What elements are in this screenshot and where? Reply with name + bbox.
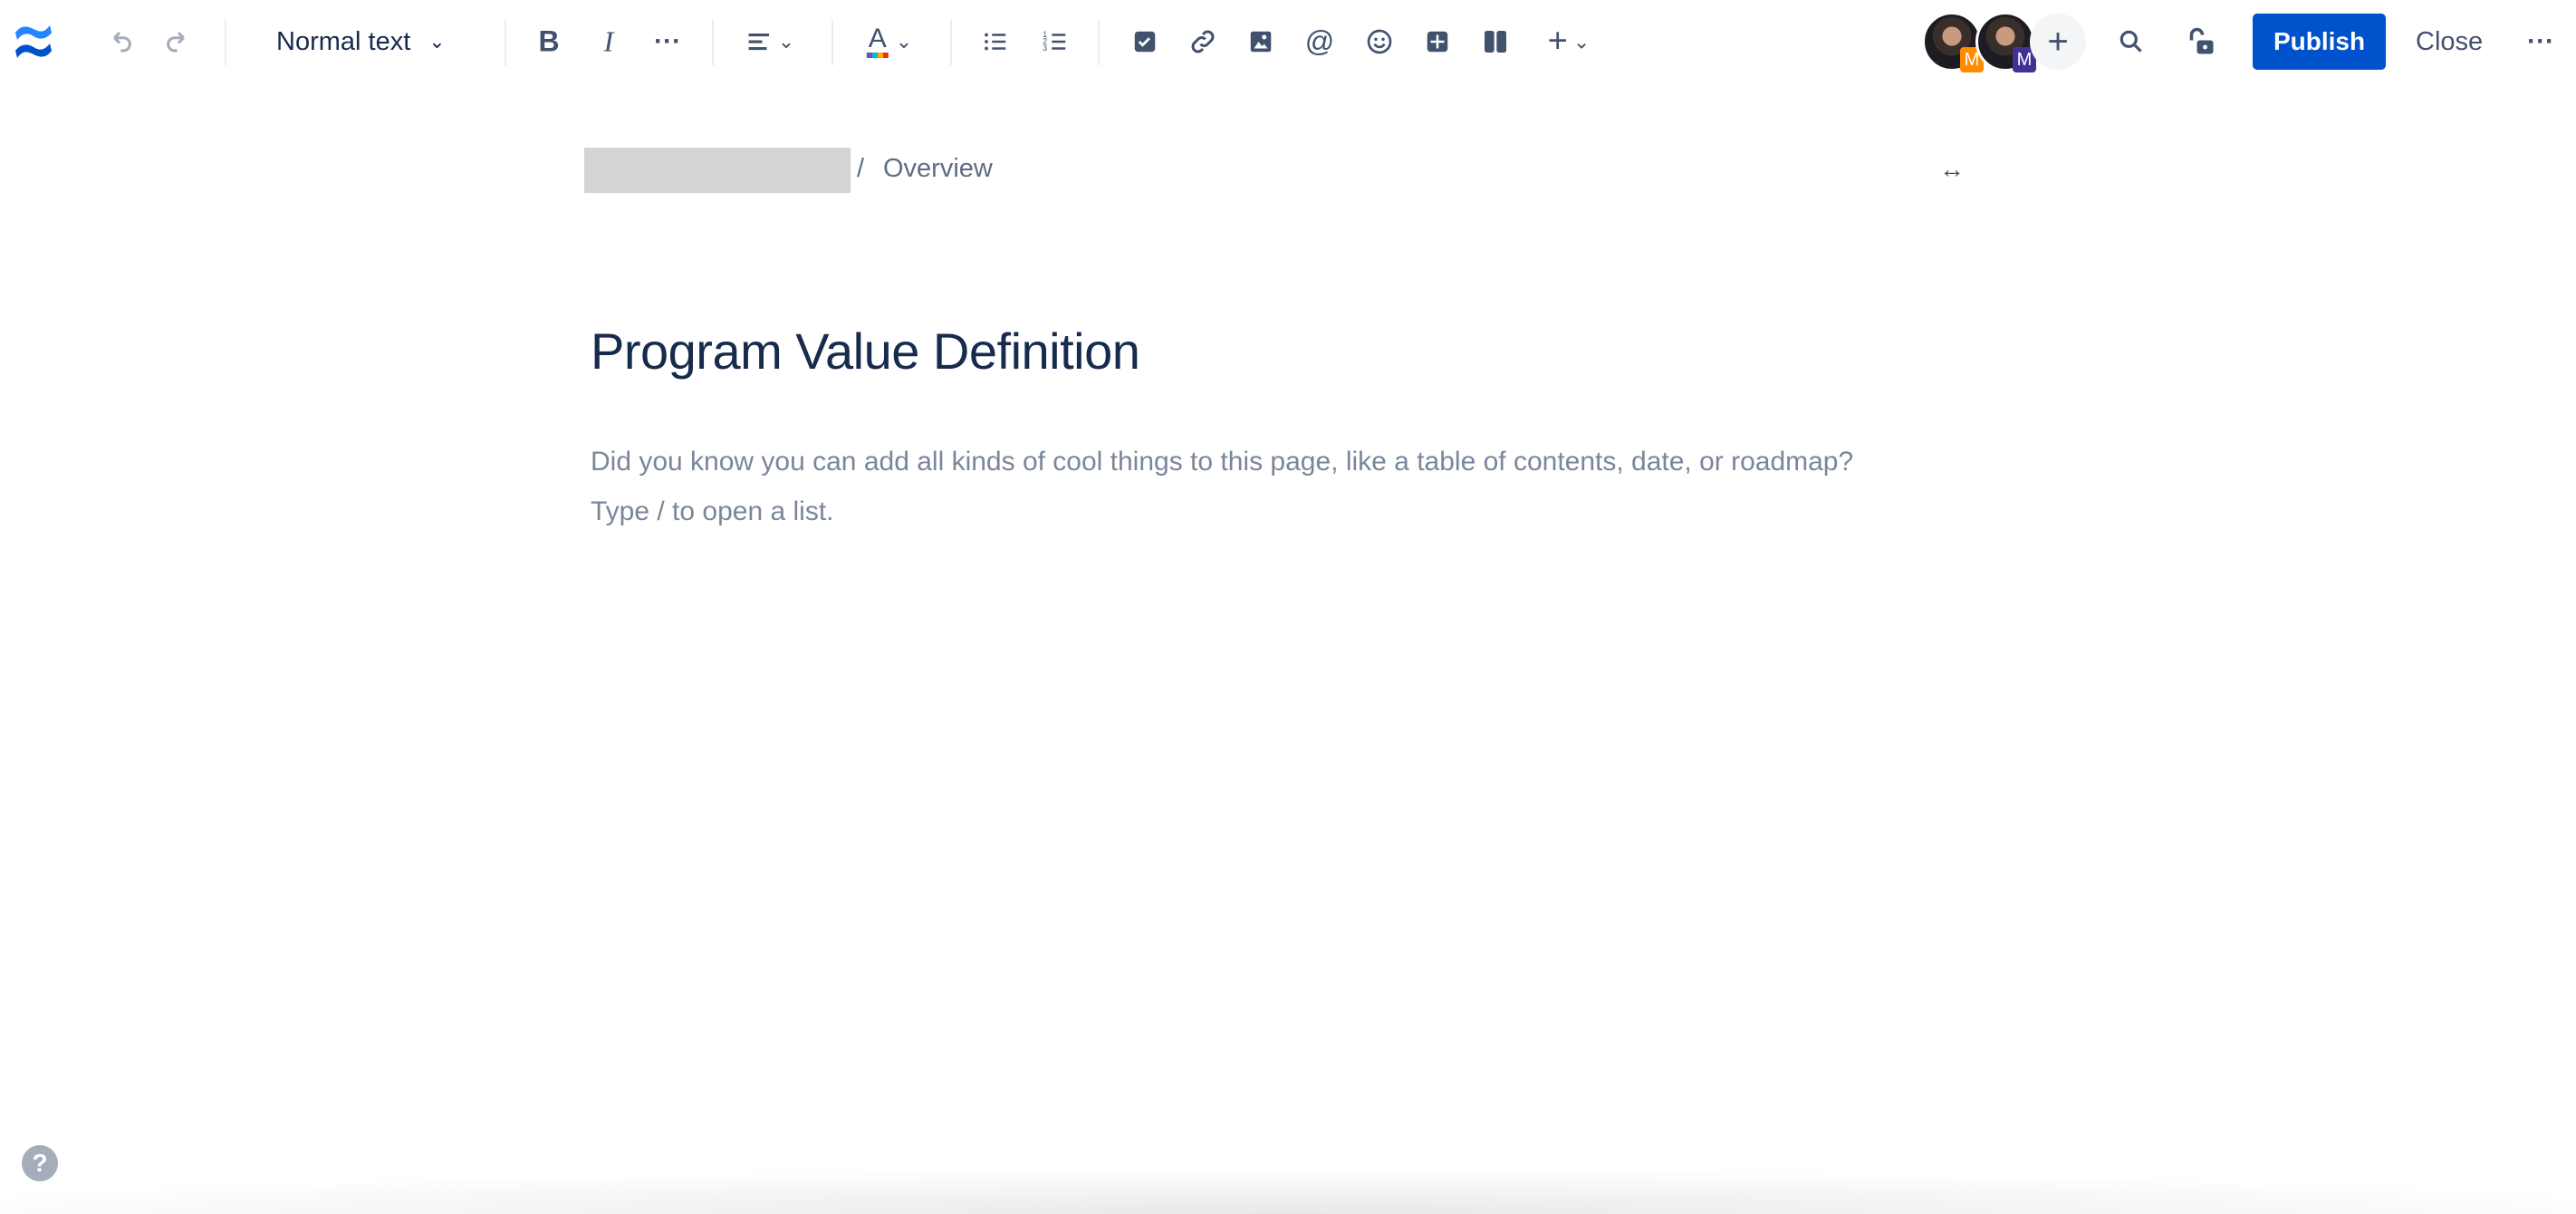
divider — [1098, 20, 1100, 65]
text-style-label: Normal text — [276, 26, 411, 56]
chevron-down-icon: ⌄ — [895, 30, 913, 53]
bottom-shadow — [0, 1169, 2576, 1214]
numbered-list-icon[interactable]: 123 — [1042, 28, 1069, 55]
page-title[interactable]: Program Value Definition — [591, 322, 1140, 381]
close-button[interactable]: Close — [2416, 25, 2483, 58]
full-width-toggle-icon[interactable]: ↔ — [1939, 155, 1965, 184]
redacted-breadcrumb — [584, 148, 851, 193]
insert-dropdown[interactable]: + ⌄ — [1548, 23, 1591, 62]
publish-button[interactable]: Publish — [2253, 14, 2386, 70]
unlock-icon[interactable] — [2185, 25, 2217, 58]
chevron-down-icon: ⌄ — [777, 30, 795, 53]
italic-icon[interactable]: I — [604, 25, 614, 59]
invite-plus-icon[interactable]: + — [2030, 14, 2086, 70]
breadcrumb-overview[interactable]: Overview — [883, 154, 993, 184]
redo-icon[interactable] — [163, 26, 194, 57]
more-options-icon[interactable]: ··· — [2527, 26, 2554, 57]
svg-text:3: 3 — [1043, 43, 1047, 53]
placeholder-line: Did you know you can add all kinds of co… — [591, 447, 1854, 477]
plus-icon: + — [1547, 22, 1568, 61]
layouts-icon[interactable] — [1481, 27, 1510, 56]
image-icon[interactable] — [1247, 28, 1274, 55]
divider — [225, 20, 226, 65]
chevron-down-icon: ⌄ — [428, 30, 446, 53]
link-icon[interactable] — [1188, 27, 1217, 56]
help-icon[interactable]: ? — [22, 1145, 58, 1181]
text-color-dropdown[interactable]: A ⌄ — [866, 25, 913, 58]
text-style-dropdown[interactable]: Normal text ⌄ — [276, 25, 446, 58]
text-color-icon: A — [866, 25, 889, 58]
confluence-logo-icon[interactable] — [12, 20, 55, 63]
bold-icon[interactable]: B — [538, 25, 559, 59]
editor-placeholder[interactable]: Did you know you can add all kinds of co… — [591, 437, 1853, 536]
alignment-dropdown[interactable]: ⌄ — [745, 28, 794, 55]
search-icon[interactable] — [2117, 27, 2146, 56]
placeholder-line: Type / to open a list. — [591, 496, 834, 526]
chevron-down-icon: ⌄ — [1572, 30, 1591, 53]
undo-icon[interactable] — [104, 26, 135, 57]
divider — [505, 20, 506, 65]
divider — [950, 20, 952, 65]
divider — [831, 20, 833, 65]
table-icon[interactable] — [1424, 28, 1451, 55]
bullet-list-icon[interactable] — [982, 28, 1009, 55]
more-formatting-icon[interactable]: ··· — [654, 26, 681, 57]
emoji-icon[interactable] — [1365, 27, 1394, 56]
mention-icon[interactable]: @ — [1305, 25, 1334, 59]
divider — [712, 20, 714, 65]
breadcrumb-separator: / — [857, 154, 865, 183]
action-item-icon[interactable] — [1131, 28, 1158, 55]
